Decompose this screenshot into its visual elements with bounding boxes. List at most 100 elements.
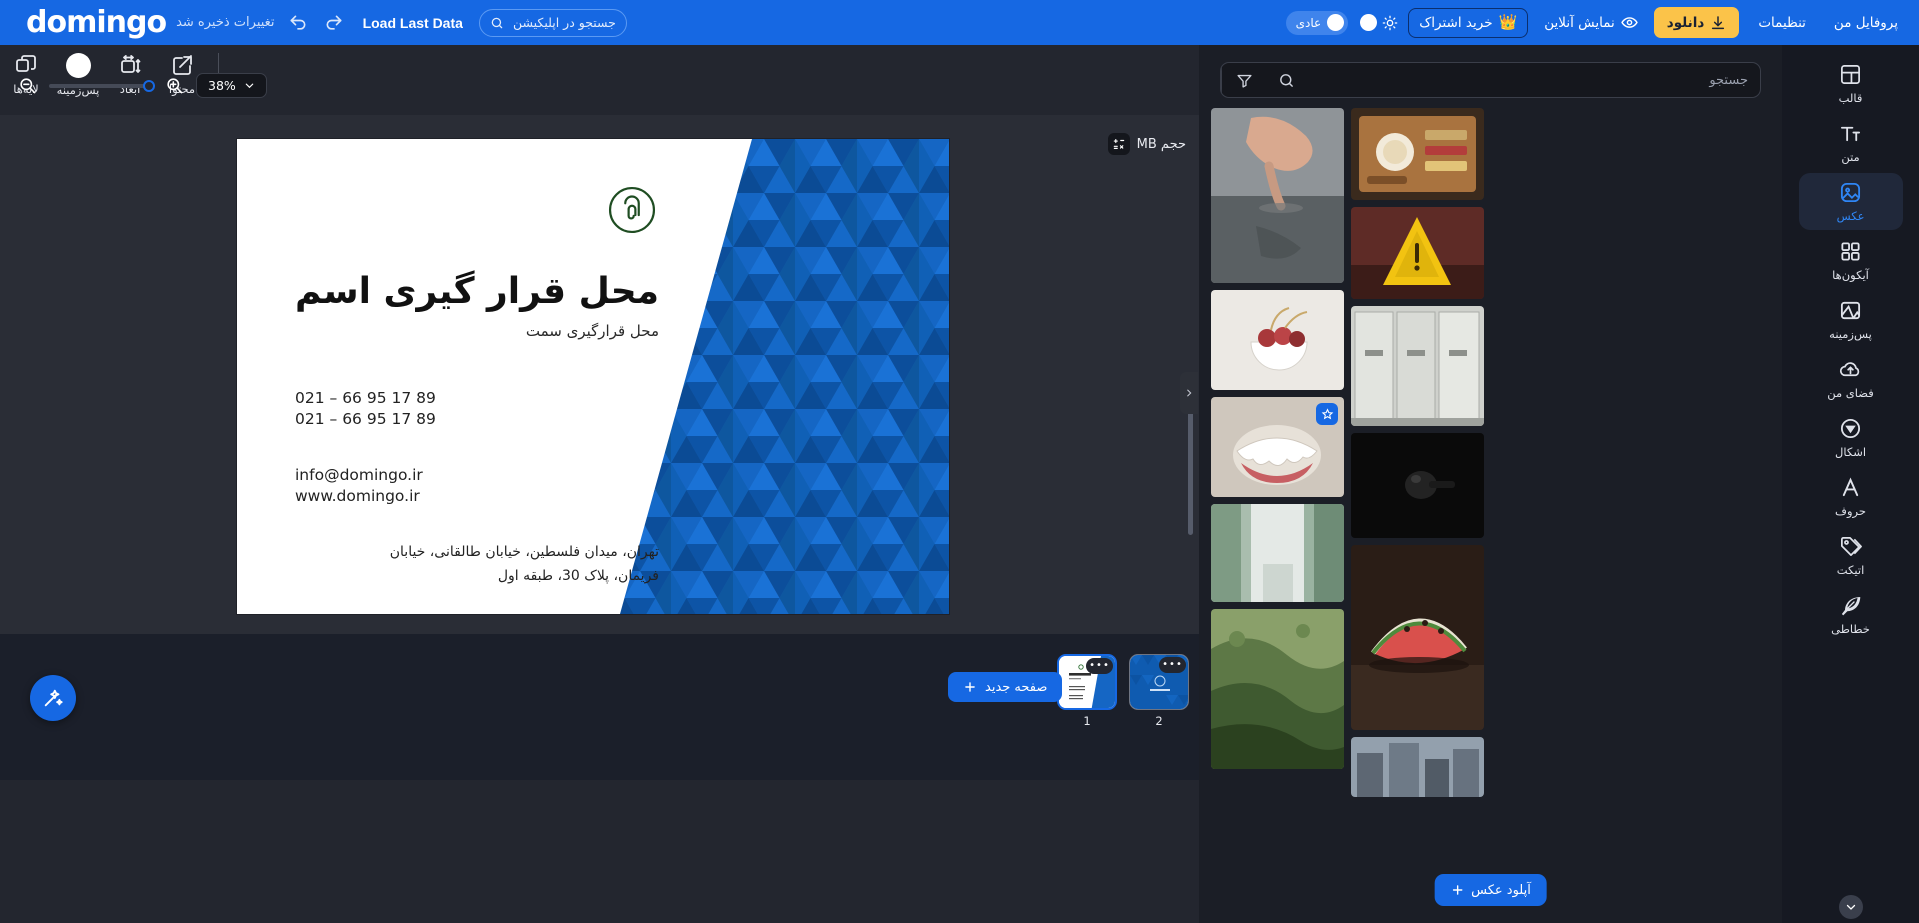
app-logo[interactable]: domingo xyxy=(26,7,167,38)
image-thumb-city-buildings[interactable] xyxy=(1351,737,1484,797)
sidebar-label-my-space: فضای من xyxy=(1827,386,1874,400)
image-thumb-dentures-model[interactable] xyxy=(1211,397,1344,497)
card-phone-1[interactable]: 021 – 66 95 17 89 xyxy=(295,388,659,409)
chevron-down-icon xyxy=(245,83,254,89)
zoom-slider[interactable] xyxy=(49,79,155,92)
settings-button[interactable]: تنظیمات xyxy=(1749,15,1815,31)
redo-icon[interactable] xyxy=(321,10,347,36)
template-icon xyxy=(1841,65,1860,84)
card-address[interactable]: تهران، میدان فلسطین، خیابان طالقانی، خیا… xyxy=(379,540,659,589)
page-number-2: 2 xyxy=(1155,714,1163,728)
page-thumbnail-item[interactable]: ••• 2 xyxy=(1129,654,1189,728)
sidebar-item-letters[interactable]: حروف xyxy=(1799,468,1903,525)
new-page-label: صفحه جدید xyxy=(985,679,1048,695)
image-search-input[interactable] xyxy=(1305,72,1760,88)
zoom-level-value: 38% xyxy=(208,78,236,93)
sidebar-item-icons[interactable]: آیکون‌ها xyxy=(1799,232,1903,289)
page-thumbnail-item[interactable]: ••• 1 xyxy=(1057,654,1117,728)
sidebar-item-shapes[interactable]: اشکال xyxy=(1799,409,1903,466)
zoom-slider-knob[interactable] xyxy=(143,79,155,92)
green-circle-monogram-icon[interactable] xyxy=(605,183,659,237)
page-thumbnail-2[interactable]: ••• xyxy=(1129,654,1189,710)
mode-toggle-label: عادی xyxy=(1295,15,1322,30)
page-menu-button[interactable]: ••• xyxy=(1086,658,1113,674)
sidebar-label-calligraphy: خطاطی xyxy=(1831,622,1870,636)
sidebar-item-background[interactable]: پس‌زمینه xyxy=(1799,291,1903,348)
online-preview-button[interactable]: نمایش آنلاین xyxy=(1538,14,1644,31)
sidebar-item-text[interactable]: متن xyxy=(1799,114,1903,171)
right-sidebar: قالب متن عکس آیکون‌ها پس‌زمینه فضای من ا… xyxy=(1782,45,1919,923)
card-phone-2[interactable]: 021 – 66 95 17 89 xyxy=(295,409,659,430)
image-thumb-breakfast-board[interactable] xyxy=(1351,108,1484,200)
profile-button[interactable]: پروفایل من xyxy=(1825,15,1907,31)
undo-icon[interactable] xyxy=(285,10,311,36)
sidebar-label-template: قالب xyxy=(1838,91,1863,105)
sidebar-item-calligraphy[interactable]: خطاطی xyxy=(1799,586,1903,643)
sun-icon xyxy=(1382,15,1398,30)
sidebar-label-tag: اتیکت xyxy=(1836,563,1865,577)
zoom-level-dropdown[interactable]: 38% xyxy=(196,73,267,98)
download-label: دانلود xyxy=(1666,14,1705,31)
sidebar-scroll-down-button[interactable] xyxy=(1838,895,1863,919)
filter-icon[interactable] xyxy=(1221,63,1267,97)
buy-subscription-button[interactable]: 👑 خرید اشتراک xyxy=(1408,7,1529,38)
top-bar: domingo تغییرات ذخیره شد Load Last Data … xyxy=(0,0,1919,45)
sidebar-item-tag[interactable]: اتیکت xyxy=(1799,527,1903,584)
calculator-icon xyxy=(1107,133,1130,155)
sidebar-item-template[interactable]: قالب xyxy=(1799,55,1903,112)
business-card-canvas[interactable]: محل قرار گیری اسم محل قرارگیری سمت 021 –… xyxy=(237,139,949,614)
sidebar-item-image[interactable]: عکس xyxy=(1798,173,1903,230)
mode-toggle-knob xyxy=(1327,14,1345,31)
image-thumb-hand-in-water[interactable] xyxy=(1211,108,1344,283)
canvas-area[interactable]: حجم MB محل قرار گیری اسم محل قرارگیری سم… xyxy=(0,115,1199,634)
page-thumbnail-1[interactable]: ••• xyxy=(1057,654,1117,710)
zoom-out-button[interactable] xyxy=(18,76,37,95)
image-column-right xyxy=(1351,108,1484,923)
saved-status: تغییرات ذخیره شد xyxy=(176,15,275,30)
feather-icon xyxy=(1841,597,1861,616)
image-search-bar[interactable] xyxy=(1220,62,1761,98)
zoom-in-button[interactable] xyxy=(165,76,184,95)
upload-image-button[interactable]: آپلود عکس xyxy=(1434,874,1547,906)
favorite-badge-icon[interactable] xyxy=(1316,403,1338,425)
card-website[interactable]: www.domingo.ir xyxy=(295,486,659,507)
panel-collapse-handle[interactable] xyxy=(1180,372,1198,414)
image-thumb-forest-hills[interactable] xyxy=(1211,609,1344,769)
theme-toggle-knob xyxy=(1360,14,1378,31)
grid-icons-icon xyxy=(1841,242,1860,261)
magic-assistant-button[interactable] xyxy=(30,675,76,721)
shapes-icon xyxy=(1840,418,1861,439)
sidebar-label-text: متن xyxy=(1841,150,1860,164)
image-thumb-metal-lockers[interactable] xyxy=(1351,306,1484,426)
image-thumb-greenhouse-walkway[interactable] xyxy=(1211,504,1344,602)
sidebar-label-shapes: اشکال xyxy=(1834,445,1867,459)
card-address-line-2: فریمان، پلاک 30، طبقه اول xyxy=(497,568,659,584)
size-badge-label: حجم MB xyxy=(1136,136,1186,152)
image-thumb-cherries-in-bowl[interactable] xyxy=(1211,290,1344,390)
image-icon xyxy=(1840,182,1861,203)
size-badge[interactable]: حجم MB xyxy=(1107,133,1186,155)
sidebar-label-image: عکس xyxy=(1836,209,1865,223)
image-thumb-watermelon-slice[interactable] xyxy=(1351,545,1484,730)
page-thumbnails: ••• 1 ••• 2 xyxy=(1057,654,1189,728)
image-results-grid[interactable] xyxy=(1207,108,1774,923)
card-title[interactable]: محل قرار گیری اسم xyxy=(295,271,659,312)
app-search-input[interactable] xyxy=(511,15,616,30)
page-menu-button[interactable]: ••• xyxy=(1159,657,1186,673)
new-page-button[interactable]: صفحه جدید xyxy=(948,672,1063,702)
mode-toggle[interactable]: عادی xyxy=(1285,10,1349,35)
app-search[interactable] xyxy=(478,8,627,37)
image-thumb-wet-floor-sign[interactable] xyxy=(1351,207,1484,299)
sidebar-label-letters: حروف xyxy=(1835,504,1866,518)
search-icon[interactable] xyxy=(1267,72,1305,89)
image-thumb-black-object-dark[interactable] xyxy=(1351,433,1484,538)
sidebar-item-my-space[interactable]: فضای من xyxy=(1799,350,1903,407)
download-button[interactable]: دانلود xyxy=(1653,7,1740,38)
zoom-controls: 38% xyxy=(18,73,267,98)
theme-toggle[interactable] xyxy=(1360,14,1398,31)
load-last-data-button[interactable]: Load Last Data xyxy=(363,15,463,31)
tag-icon xyxy=(1841,537,1862,556)
card-subtitle[interactable]: محل قرارگیری سمت xyxy=(295,322,659,340)
card-email[interactable]: info@domingo.ir xyxy=(295,465,659,486)
buy-subscription-label: خرید اشتراک xyxy=(1419,14,1493,31)
